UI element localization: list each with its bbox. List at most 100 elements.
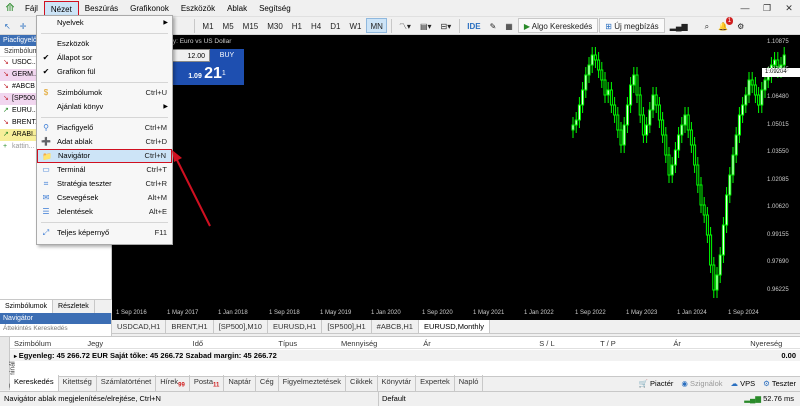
menu-insert[interactable]: Beszúrás [79, 1, 124, 16]
menu-item-shortcut: Alt+E [148, 207, 167, 216]
new-order-button[interactable]: ⊞ Új megbízás [599, 18, 665, 33]
toolbar-separator [459, 18, 461, 33]
ide-button[interactable]: IDE [463, 18, 484, 33]
toolbox-link[interactable]: 🛒 Piactér [639, 377, 674, 391]
menu-item-terminál[interactable]: ▭ Terminál Ctrl+T [37, 163, 172, 177]
templates-icon[interactable]: ▤▾ [416, 18, 436, 33]
column-header[interactable]: Nyereség [746, 338, 800, 348]
menu-item-teljes-képernyő[interactable]: ⤢ Teljes képernyő F11 [37, 226, 172, 240]
timeframe-h1[interactable]: H1 [288, 18, 306, 33]
menu-item-szimbólumok[interactable]: $ Szimbólumok Ctrl+U [37, 86, 172, 100]
algo-trading-button[interactable]: ▶ Algo Kereskedés [517, 18, 599, 33]
column-header[interactable]: T / P [596, 338, 669, 348]
indicators-icon[interactable]: 〽▾ [395, 18, 415, 33]
menu-item-stratégia-teszter[interactable]: ⌗ Stratégia teszter Ctrl+R [37, 177, 172, 191]
grid-icon[interactable]: ▦ [501, 18, 517, 33]
tester-icon: ⚙ [763, 379, 772, 388]
timeframe-w1[interactable]: W1 [345, 18, 365, 33]
cursor-icon[interactable]: ↖ [0, 18, 15, 33]
chart-tab[interactable]: EURUSD,H1 [268, 320, 323, 333]
timeframe-h4[interactable]: H4 [307, 18, 325, 33]
timeframe-m1[interactable]: M1 [198, 18, 217, 33]
candle-body [635, 74, 639, 96]
menu-charts[interactable]: Grafikonok [124, 1, 175, 16]
column-header[interactable]: Jegy [83, 338, 188, 348]
navigator-tabs[interactable]: Áttekintés Kereskedés [0, 324, 111, 334]
timeframe-m30[interactable]: M30 [263, 18, 287, 33]
menu-view[interactable]: Nézet [43, 0, 79, 16]
buy-price[interactable]: 1.09 211 [170, 62, 244, 85]
column-header[interactable]: Ár [669, 338, 746, 348]
menu-help[interactable]: Segítség [253, 1, 297, 16]
menu-item-adat-ablak[interactable]: ➕ Adat ablak Ctrl+D [37, 135, 172, 149]
app-logo-icon: ⟰ [5, 2, 15, 14]
notifications-icon[interactable]: 🔔 1 [714, 17, 734, 33]
symbol-name: kattin... [12, 143, 35, 150]
signals-icon: ◉ [681, 379, 690, 388]
menu-item-navigátor[interactable]: 📁 Navigátor Ctrl+N [37, 149, 172, 163]
candle-body [657, 104, 661, 121]
menu-window[interactable]: Ablak [221, 1, 253, 16]
candle-body [577, 104, 581, 121]
menu-item-csevegések[interactable]: ✉ Csevegések Alt+M [37, 191, 172, 205]
column-header[interactable]: Típus [274, 338, 337, 348]
symbol-name: USDC... [12, 59, 38, 66]
candle-body [747, 79, 751, 96]
column-header[interactable]: Mennyiség [337, 338, 419, 348]
close-icon[interactable]: ✕ [778, 0, 800, 17]
column-header[interactable]: S / L [535, 338, 596, 348]
menu-item-grafikon-fül[interactable]: ✔ Grafikon fül [37, 65, 172, 79]
column-header[interactable]: Ár [419, 338, 535, 348]
lot-size-input[interactable]: 12.00 [170, 49, 210, 62]
column-header[interactable]: Idő [189, 338, 275, 348]
menu-item-piacfigyelő[interactable]: ⚲ Piacfigyelő Ctrl+M [37, 121, 172, 135]
toolbox-link[interactable]: ◉ Szignálok [681, 377, 722, 391]
candle-body [718, 254, 722, 276]
chart-tab[interactable]: [SP500],H1 [322, 320, 372, 333]
chart-tab[interactable]: BRENT,H1 [166, 320, 214, 333]
maximize-icon[interactable]: ❐ [756, 0, 778, 17]
toolbox-link[interactable]: ⚙ Teszter [763, 377, 796, 391]
pencil-icon[interactable]: ✎ [486, 18, 501, 33]
account-icon[interactable]: ⚙ [733, 18, 748, 33]
submenu-arrow-icon: ▶ [163, 104, 168, 110]
chart-tab[interactable]: USDCAD,H1 [112, 320, 167, 333]
signal-strength-icon: ▂▄▆ [744, 394, 764, 403]
menu-item-állapot-sor[interactable]: ✔ Állapot sor [37, 51, 172, 65]
timeframe-mn[interactable]: MN [366, 18, 387, 33]
menu-item-shortcut: Ctrl+N [144, 151, 166, 160]
minimize-icon[interactable]: — [734, 0, 756, 17]
menu-item-label: Stratégia teszter [57, 179, 112, 188]
candle-body [641, 114, 645, 136]
column-header[interactable]: Szimbólum [10, 338, 83, 348]
price-chart[interactable]: thly: Euro vs US Dollar 12.00 BUY 1.09 2… [112, 35, 800, 320]
balance-row[interactable]: ▸ Egyenleg: 45 266.72 EUR Saját tőke: 45… [10, 350, 800, 361]
menu-item-ajánlati-könyv[interactable]: Ajánlati könyv ▶ [37, 100, 172, 114]
crosshair-icon[interactable]: ✛ [16, 18, 31, 33]
timeframe-m15[interactable]: M15 [239, 18, 263, 33]
search-icon[interactable]: ⌕ [701, 18, 713, 33]
chart-tab[interactable]: [SP500],M10 [214, 320, 268, 333]
tab-details[interactable]: Részletek [53, 300, 95, 313]
candle-body [651, 94, 655, 111]
toolbox-tab-label: Naptár [228, 377, 251, 387]
buy-button[interactable]: BUY [210, 49, 244, 62]
chart-tabs: USDCAD,H1 BRENT,H1 [SP500],M10 EURUSD,H1 [SP… [112, 320, 800, 334]
menu-item-shortcut: Ctrl+U [145, 88, 167, 97]
menu-file[interactable]: Fájl [19, 1, 44, 16]
timeframe-d1[interactable]: D1 [326, 18, 344, 33]
toolbox-link[interactable]: ☁ VPS [731, 377, 756, 391]
objects-icon[interactable]: ⊟▾ [437, 18, 456, 33]
menu-item-jelentések[interactable]: ☰ Jelentések Alt+E [37, 205, 172, 219]
menu-tools[interactable]: Eszközök [175, 1, 221, 16]
menu-item-nyelvek[interactable]: Nyelvek ▶ [37, 16, 172, 30]
menu-item-eszközök[interactable]: Eszközök [37, 37, 172, 51]
toolbox-link-label: Teszter [771, 379, 796, 388]
timeframe-m5[interactable]: M5 [219, 18, 238, 33]
tab-symbols[interactable]: Szimbólumok [0, 300, 54, 313]
signal-icon[interactable]: ▂▄▆ [666, 18, 692, 33]
chart-tab[interactable]: #ABCB,H1 [372, 320, 419, 333]
candle-body [741, 104, 745, 116]
chart-tab[interactable]: EURUSD,Monthly [418, 320, 490, 333]
navigator-panel: Navigátor Áttekintés Kereskedés [0, 313, 112, 336]
